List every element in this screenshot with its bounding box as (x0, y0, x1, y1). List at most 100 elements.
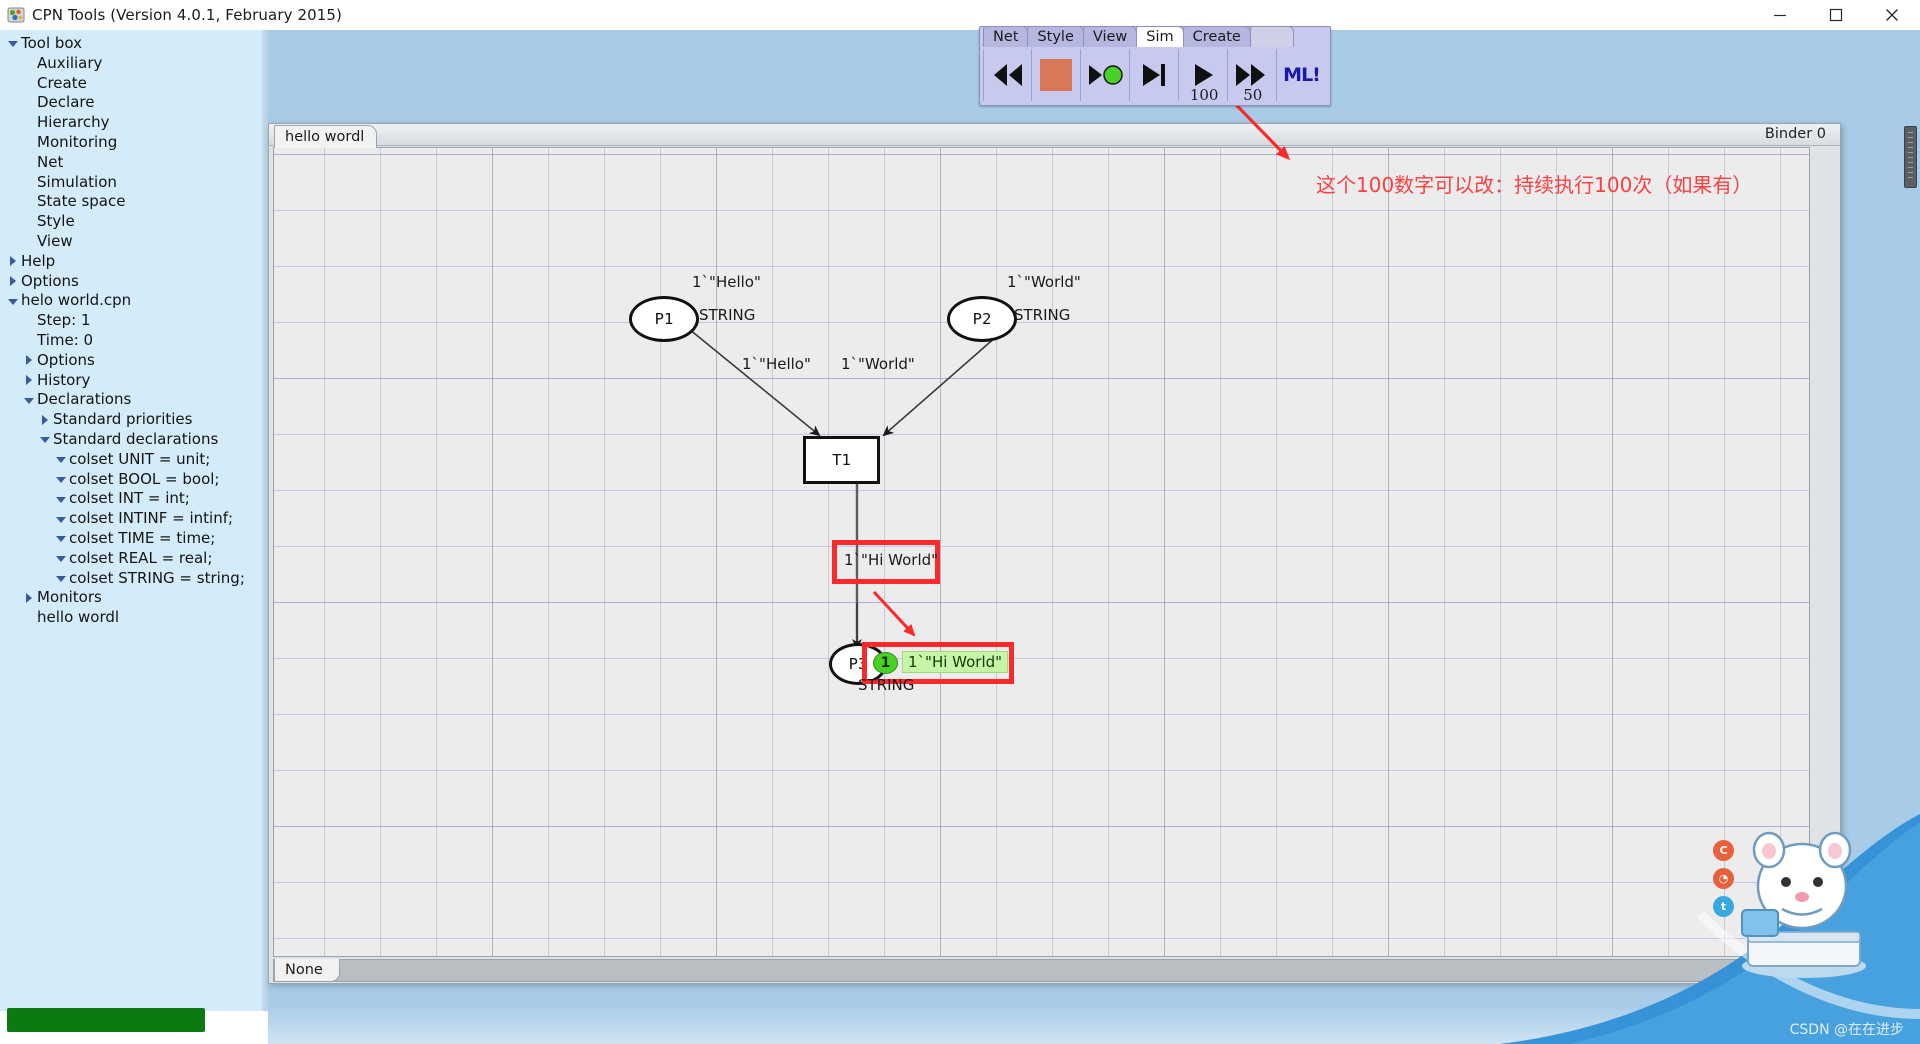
fast-forward-button[interactable]: 50 (1228, 49, 1277, 101)
maximize-button[interactable] (1808, 0, 1864, 30)
sidebar-item-label: colset TIME = time; (69, 529, 215, 549)
sidebar-item-helo-world-cpn[interactable]: helo world.cpn (0, 291, 268, 311)
chevron-right-icon[interactable] (24, 593, 35, 604)
palette-tab-create[interactable]: Create (1183, 26, 1251, 47)
ml-evaluate-button[interactable]: ML! (1277, 49, 1326, 101)
sidebar-item-label: colset INT = int; (69, 489, 190, 509)
play-to-bar-icon (1138, 62, 1170, 88)
chevron-down-icon[interactable] (40, 434, 51, 445)
play-100-steps-button[interactable]: 100 (1179, 49, 1228, 101)
status-tab-none[interactable]: None (274, 959, 340, 982)
blank-icon (24, 118, 35, 129)
sidebar-item-label: Net (37, 153, 63, 173)
twitter-badge-icon[interactable]: t (1713, 896, 1734, 917)
sidebar-item-monitors[interactable]: Monitors (0, 588, 268, 608)
chevron-down-icon[interactable] (8, 38, 19, 49)
workspace-scrollbar[interactable] (1904, 126, 1917, 188)
chevron-down-icon[interactable] (24, 395, 35, 406)
rewind-button[interactable] (983, 49, 1032, 101)
sidebar-item-label: View (37, 232, 73, 252)
chevron-right-icon[interactable] (24, 355, 35, 366)
stop-button[interactable] (1032, 49, 1081, 101)
sidebar-item-state-space[interactable]: State space (0, 192, 268, 212)
net-canvas[interactable]: P1 1`"Hello" STRING P2 1`"World" STRING … (273, 147, 1810, 957)
sidebar-item-create[interactable]: Create (0, 74, 268, 94)
sidebar-item-options[interactable]: Options (0, 272, 268, 292)
palette-tab-view[interactable]: View (1083, 26, 1137, 47)
sidebar-item-history[interactable]: History (0, 371, 268, 391)
palette-tab-filler (1250, 26, 1294, 47)
palette-tab-sim[interactable]: Sim (1136, 26, 1183, 47)
sidebar-item-time-0[interactable]: Time: 0 (0, 331, 268, 351)
chevron-right-icon[interactable] (8, 256, 19, 267)
blank-icon (24, 137, 35, 148)
blank-icon (24, 236, 35, 247)
sidebar-item-label: colset REAL = real; (69, 549, 212, 569)
sidebar-item-colset-real-real[interactable]: colset REAL = real; (0, 549, 268, 569)
palette-tab-style[interactable]: Style (1027, 26, 1083, 47)
chevron-right-icon[interactable] (24, 375, 35, 386)
chevron-down-icon[interactable] (56, 533, 67, 544)
play-green-circle-icon (1085, 62, 1125, 88)
sidebar-item-view[interactable]: View (0, 232, 268, 252)
index-panel: Tool boxAuxiliaryCreateDeclareHierarchyM… (0, 30, 268, 1011)
sidebar-item-step-1[interactable]: Step: 1 (0, 311, 268, 331)
sidebar-item-label: colset STRING = string; (69, 569, 245, 589)
sidebar-item-standard-priorities[interactable]: Standard priorities (0, 410, 268, 430)
sidebar-item-standard-declarations[interactable]: Standard declarations (0, 430, 268, 450)
play-100-steps-count: 100 (1190, 86, 1219, 104)
watermark-text: CSDN @在在进步 (1790, 1019, 1904, 1039)
sheet-tab-hello-wordl[interactable]: hello wordl (274, 125, 377, 148)
single-step-button[interactable] (1130, 49, 1179, 101)
chevron-down-icon[interactable] (56, 454, 67, 465)
sidebar-item-declarations[interactable]: Declarations (0, 390, 268, 410)
simulation-tool-palette: NetStyleViewSimCreate (979, 26, 1331, 106)
sidebar-item-options[interactable]: Options (0, 351, 268, 371)
chevron-down-icon[interactable] (56, 494, 67, 505)
sidebar-item-colset-intinf-intinf[interactable]: colset INTINF = intinf; (0, 509, 268, 529)
play-icon (1189, 62, 1217, 88)
bind-step-button[interactable] (1081, 49, 1130, 101)
blank-icon (24, 197, 35, 208)
sidebar-item-net[interactable]: Net (0, 153, 268, 173)
petri-net: P1 1`"Hello" STRING P2 1`"World" STRING … (274, 148, 1809, 956)
chevron-down-icon[interactable] (56, 553, 67, 564)
sidebar-item-label: History (37, 371, 90, 391)
clock-badge-icon[interactable]: ◔ (1713, 868, 1734, 889)
sidebar-item-label: Time: 0 (37, 331, 93, 351)
sidebar-item-tool-box[interactable]: Tool box (0, 34, 268, 54)
place-p3-marking: 1`"Hi World" (902, 651, 1008, 673)
sidebar-item-simulation[interactable]: Simulation (0, 173, 268, 193)
chevron-right-icon[interactable] (40, 415, 51, 426)
sidebar-item-auxiliary[interactable]: Auxiliary (0, 54, 268, 74)
sidebar-item-colset-bool-bool[interactable]: colset BOOL = bool; (0, 470, 268, 490)
sidebar-item-colset-time-time[interactable]: colset TIME = time; (0, 529, 268, 549)
sidebar-item-label: Style (37, 212, 75, 232)
sidebar-item-label: Declare (37, 93, 94, 113)
sidebar-item-label: Auxiliary (37, 54, 102, 74)
close-button[interactable] (1864, 0, 1920, 30)
sidebar-item-style[interactable]: Style (0, 212, 268, 232)
chevron-down-icon[interactable] (56, 474, 67, 485)
binder-label: Binder 0 (1765, 126, 1826, 142)
sidebar-item-label: colset UNIT = unit; (69, 450, 210, 470)
sidebar-item-colset-unit-unit[interactable]: colset UNIT = unit; (0, 450, 268, 470)
sidebar-item-monitoring[interactable]: Monitoring (0, 133, 268, 153)
chevron-down-icon[interactable] (56, 573, 67, 584)
double-triangle-right-icon (1234, 62, 1270, 88)
sidebar-item-help[interactable]: Help (0, 252, 268, 272)
sidebar-item-hello-wordl[interactable]: hello wordl (0, 608, 268, 628)
sidebar-item-colset-int-int[interactable]: colset INT = int; (0, 489, 268, 509)
csdn-badge-icon[interactable]: C (1713, 840, 1734, 861)
sidebar-item-colset-string-string[interactable]: colset STRING = string; (0, 569, 268, 589)
binder-status-bar (273, 959, 1810, 982)
window-controls (1752, 0, 1920, 30)
palette-tab-net[interactable]: Net (983, 26, 1028, 47)
chevron-down-icon[interactable] (8, 296, 19, 307)
chevron-down-icon[interactable] (56, 514, 67, 525)
sidebar-item-hierarchy[interactable]: Hierarchy (0, 113, 268, 133)
blank-icon (24, 316, 35, 327)
sidebar-item-declare[interactable]: Declare (0, 93, 268, 113)
minimize-button[interactable] (1752, 0, 1808, 30)
chevron-right-icon[interactable] (8, 276, 19, 287)
